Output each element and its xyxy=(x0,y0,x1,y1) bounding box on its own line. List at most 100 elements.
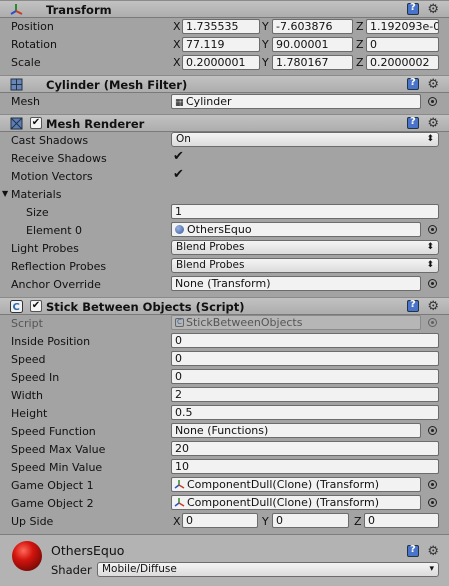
help-icon[interactable] xyxy=(407,116,419,129)
svg-text:C: C xyxy=(13,302,20,313)
object-picker-icon xyxy=(428,318,437,327)
materials-label[interactable]: Materials xyxy=(11,188,61,201)
rotation-x-field[interactable]: 77.119 xyxy=(182,37,260,52)
rotation-y-field[interactable]: 90.00001 xyxy=(272,37,353,52)
anchor-override-field[interactable]: None (Transform) xyxy=(171,276,421,291)
reflection-probes-dropdown[interactable]: Blend Probes ⬍ xyxy=(171,258,439,273)
mesh-value: Cylinder xyxy=(186,95,232,108)
material-element-label: Element 0 xyxy=(26,224,83,237)
help-icon[interactable] xyxy=(407,2,419,15)
width-field[interactable]: 2 xyxy=(171,387,439,402)
speed-in-field[interactable]: 0 xyxy=(171,369,439,384)
object-picker-icon[interactable] xyxy=(428,426,437,435)
receive-shadows-label: Receive Shadows xyxy=(11,152,107,165)
axis-z-label: Z xyxy=(356,20,364,33)
axis-x-label: X xyxy=(173,20,181,33)
foldout-arrow-icon[interactable]: ▼ xyxy=(2,189,8,198)
position-z-field[interactable]: 1.192093e-0 xyxy=(366,19,439,34)
script-header[interactable]: C ✔ Stick Between Objects (Script) ⚙ xyxy=(0,297,449,315)
light-probes-label: Light Probes xyxy=(11,242,79,255)
axis-x-label: X xyxy=(173,515,181,528)
height-field[interactable]: 0.5 xyxy=(171,405,439,420)
mesh-label: Mesh xyxy=(11,95,40,108)
material-element-value: OthersEquo xyxy=(187,223,252,236)
script-file-icon: C xyxy=(175,318,184,327)
up-side-z-field[interactable]: 0 xyxy=(364,513,439,528)
help-icon[interactable] xyxy=(407,299,419,312)
scale-label: Scale xyxy=(11,56,41,69)
object-picker-icon[interactable] xyxy=(428,225,437,234)
up-side-x-field[interactable]: 0 xyxy=(182,513,258,528)
reflection-probes-value: Blend Probes xyxy=(176,259,245,271)
light-probes-dropdown[interactable]: Blend Probes ⬍ xyxy=(171,240,439,255)
materials-size-label: Size xyxy=(26,206,49,219)
motion-vectors-label: Motion Vectors xyxy=(11,170,93,183)
game-object-1-value: ComponentDull(Clone) (Transform) xyxy=(187,478,380,491)
axis-z-label: Z xyxy=(354,515,362,528)
speed-min-field[interactable]: 10 xyxy=(171,459,439,474)
scale-y-field[interactable]: 1.780167 xyxy=(272,55,353,70)
position-label: Position xyxy=(11,20,54,33)
axis-y-label: Y xyxy=(262,56,269,69)
transform-icon xyxy=(174,498,185,507)
speed-in-label: Speed In xyxy=(11,371,60,384)
gear-icon[interactable]: ⚙ xyxy=(427,544,439,559)
axis-y-label: Y xyxy=(262,38,269,51)
mesh-renderer-header[interactable]: ✔ Mesh Renderer ⚙ xyxy=(0,114,449,132)
speed-function-field[interactable]: None (Functions) xyxy=(171,423,421,438)
object-picker-icon[interactable] xyxy=(428,480,437,489)
gear-icon[interactable]: ⚙ xyxy=(427,2,439,17)
script-enabled-checkbox[interactable]: ✔ xyxy=(30,300,42,312)
transform-header[interactable]: Transform ⚙ xyxy=(0,0,449,18)
axis-z-label: Z xyxy=(356,56,364,69)
mesh-filter-header[interactable]: Cylinder (Mesh Filter) ⚙ xyxy=(0,75,449,93)
gear-icon[interactable]: ⚙ xyxy=(427,116,439,131)
transform-icon xyxy=(10,4,23,15)
axis-x-label: X xyxy=(173,56,181,69)
speed-field[interactable]: 0 xyxy=(171,351,439,366)
script-field: C StickBetweenObjects xyxy=(171,315,421,330)
materials-size-field[interactable]: 1 xyxy=(171,204,439,219)
speed-label: Speed xyxy=(11,353,46,366)
transform-icon xyxy=(174,480,185,489)
axis-z-label: Z xyxy=(356,38,364,51)
gear-icon[interactable]: ⚙ xyxy=(427,77,439,92)
object-picker-icon[interactable] xyxy=(428,279,437,288)
shader-dropdown[interactable]: Mobile/Diffuse ▾ xyxy=(97,562,439,577)
axis-y-label: Y xyxy=(262,20,269,33)
speed-max-field[interactable]: 20 xyxy=(171,441,439,456)
help-icon[interactable] xyxy=(407,77,419,90)
anchor-override-label: Anchor Override xyxy=(11,278,101,291)
game-object-2-field[interactable]: ComponentDull(Clone) (Transform) xyxy=(171,495,421,510)
reflection-probes-label: Reflection Probes xyxy=(11,260,107,273)
speed-max-label: Speed Max Value xyxy=(11,443,106,456)
up-side-y-field[interactable]: 0 xyxy=(272,513,349,528)
material-element-field[interactable]: OthersEquo xyxy=(171,222,421,237)
shader-value: Mobile/Diffuse xyxy=(102,563,177,575)
rotation-z-field[interactable]: 0 xyxy=(366,37,439,52)
axis-y-label: Y xyxy=(262,515,269,528)
material-preview-sphere xyxy=(12,541,42,571)
mesh-field[interactable]: ▦ Cylinder xyxy=(171,94,421,109)
mesh-renderer-enabled-checkbox[interactable]: ✔ xyxy=(30,117,42,129)
position-y-field[interactable]: -7.603876 xyxy=(272,19,353,34)
light-probes-value: Blend Probes xyxy=(176,241,245,253)
object-picker-icon[interactable] xyxy=(428,498,437,507)
inside-position-label: Inside Position xyxy=(11,335,91,348)
scale-x-field[interactable]: 0.2000001 xyxy=(182,55,260,70)
inside-position-field[interactable]: 0 xyxy=(171,333,439,348)
receive-shadows-checkbox[interactable]: ✔ xyxy=(173,150,186,164)
mesh-icon: ▦ xyxy=(175,98,184,108)
cast-shadows-value: On xyxy=(176,133,191,145)
game-object-1-label: Game Object 1 xyxy=(11,479,94,492)
motion-vectors-checkbox[interactable]: ✔ xyxy=(173,168,186,182)
height-label: Height xyxy=(11,407,48,420)
scale-z-field[interactable]: 0.2000002 xyxy=(366,55,439,70)
gear-icon[interactable]: ⚙ xyxy=(427,299,439,314)
script-value: StickBetweenObjects xyxy=(186,316,303,329)
help-icon[interactable] xyxy=(407,544,419,557)
object-picker-icon[interactable] xyxy=(428,97,437,106)
cast-shadows-dropdown[interactable]: On ⬍ xyxy=(171,132,439,147)
game-object-1-field[interactable]: ComponentDull(Clone) (Transform) xyxy=(171,477,421,492)
position-x-field[interactable]: 1.735535 xyxy=(182,19,260,34)
